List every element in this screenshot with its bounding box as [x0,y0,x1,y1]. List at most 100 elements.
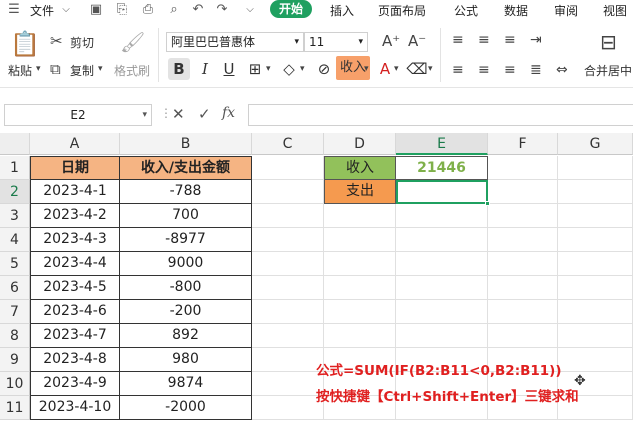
cell-e7[interactable] [396,300,488,324]
undo-icon[interactable]: ↶ [190,2,206,18]
cell-a7[interactable]: 2023-4-6 [30,300,120,324]
cell-a3[interactable]: 2023-4-2 [30,204,120,228]
cell-f8[interactable] [488,324,558,348]
cell-e3[interactable] [396,204,488,228]
cell-g5[interactable] [558,252,633,276]
row-header-5[interactable]: 5 [0,252,30,276]
increase-font-icon[interactable]: A⁺ [382,32,400,50]
cell-c10[interactable] [252,372,324,396]
align-left-icon[interactable]: ≡ [452,62,464,78]
chevron-down-icon[interactable]: ▾ [394,64,399,74]
font-size-select[interactable]: 11 ▾ [304,32,368,52]
copy-button[interactable]: 复制 [70,62,94,79]
copy-icon[interactable]: ⧉ [50,60,61,78]
format-painter-button[interactable]: 格式刷 [114,62,150,79]
cell-b2[interactable]: -788 [120,180,252,204]
tab-review[interactable]: 审阅 [554,2,578,19]
drag-handle-icon[interactable]: ⋮ [160,106,172,120]
decrease-font-icon[interactable]: A⁻ [408,32,426,50]
cell-c4[interactable] [252,228,324,252]
cell-d8[interactable] [324,324,396,348]
bold-icon[interactable]: B [168,58,190,80]
row-header-7[interactable]: 7 [0,300,30,324]
formula-input[interactable] [248,104,633,126]
cell-b10[interactable]: 9874 [120,372,252,396]
cell-d4[interactable] [324,228,396,252]
cell-f3[interactable] [488,204,558,228]
cell-c6[interactable] [252,276,324,300]
cell-g4[interactable] [558,228,633,252]
cell-b5[interactable]: 9000 [120,252,252,276]
merge-cells-icon[interactable]: ⊟ [600,30,617,54]
cell-f2[interactable] [488,180,558,204]
row-header-8[interactable]: 8 [0,324,30,348]
cell-e8[interactable] [396,324,488,348]
fill-color-icon[interactable]: ◇ [278,58,300,80]
cell-b4[interactable]: -8977 [120,228,252,252]
cell-e6[interactable] [396,276,488,300]
chevron-down-icon[interactable]: ▾ [98,64,103,74]
col-header-b[interactable]: B [120,133,252,155]
cell-f6[interactable] [488,276,558,300]
paste-button[interactable]: 粘贴 [8,62,32,79]
cell-c9[interactable] [252,348,324,372]
align-right-icon[interactable]: ≡ [504,62,516,78]
cell-b3[interactable]: 700 [120,204,252,228]
chevron-down-icon[interactable]: ▾ [428,64,433,74]
col-header-e[interactable]: E [396,133,488,155]
cell-c2[interactable] [252,180,324,204]
scissors-icon[interactable]: ✂ [50,32,63,50]
row-header-10[interactable]: 10 [0,372,30,396]
col-header-g[interactable]: G [558,133,633,155]
cell-d2[interactable]: 支出 [324,180,396,204]
chevron-down-icon[interactable]: ⌵ [242,2,258,18]
cell-d5[interactable] [324,252,396,276]
select-all-corner[interactable] [0,133,30,155]
cell-a11[interactable]: 2023-4-10 [30,396,120,420]
tab-page-layout[interactable]: 页面布局 [378,2,426,19]
cell-a2[interactable]: 2023-4-1 [30,180,120,204]
cell-d7[interactable] [324,300,396,324]
eraser-icon[interactable]: ⌫ [406,58,428,80]
file-menu[interactable]: 文件 [30,2,54,19]
format-painter-icon[interactable]: 🖌 [120,30,145,54]
chevron-down-icon[interactable]: ⌵ [58,2,74,18]
underline-icon[interactable]: U [218,58,240,80]
align-top-icon[interactable]: ≡ [452,32,464,48]
align-middle-icon[interactable]: ≡ [478,32,490,48]
tab-insert[interactable]: 插入 [330,2,354,19]
cell-g6[interactable] [558,276,633,300]
col-header-a[interactable]: A [30,133,120,155]
col-header-c[interactable]: C [252,133,324,155]
cell-g8[interactable] [558,324,633,348]
chevron-down-icon[interactable]: ▾ [266,64,271,74]
cell-g7[interactable] [558,300,633,324]
distribute-icon[interactable]: ⇔ [556,62,568,78]
cell-b9[interactable]: 980 [120,348,252,372]
italic-icon[interactable]: I [194,58,216,80]
cell-a1[interactable]: 日期 [30,156,120,180]
cell-b8[interactable]: 892 [120,324,252,348]
cell-c11[interactable] [252,396,324,420]
row-header-1[interactable]: 1 [0,156,30,180]
cell-c1[interactable] [252,156,324,180]
cell-a9[interactable]: 2023-4-8 [30,348,120,372]
print-preview-icon[interactable]: ⌕ [166,2,182,18]
row-header-11[interactable]: 11 [0,396,30,420]
row-header-9[interactable]: 9 [0,348,30,372]
cell-e4[interactable] [396,228,488,252]
cell-e5[interactable] [396,252,488,276]
row-header-6[interactable]: 6 [0,276,30,300]
row-header-4[interactable]: 4 [0,228,30,252]
cell-g2[interactable] [558,180,633,204]
export-icon[interactable]: ⎘ [114,2,130,18]
justify-icon[interactable]: ≣ [530,62,542,78]
chevron-down-icon[interactable]: ▾ [364,64,369,74]
cell-g3[interactable] [558,204,633,228]
cell-f1[interactable] [488,156,558,180]
col-header-d[interactable]: D [324,133,396,155]
align-center-icon[interactable]: ≡ [478,62,490,78]
row-header-3[interactable]: 3 [0,204,30,228]
cell-f4[interactable] [488,228,558,252]
row-header-2[interactable]: 2 [0,180,30,204]
